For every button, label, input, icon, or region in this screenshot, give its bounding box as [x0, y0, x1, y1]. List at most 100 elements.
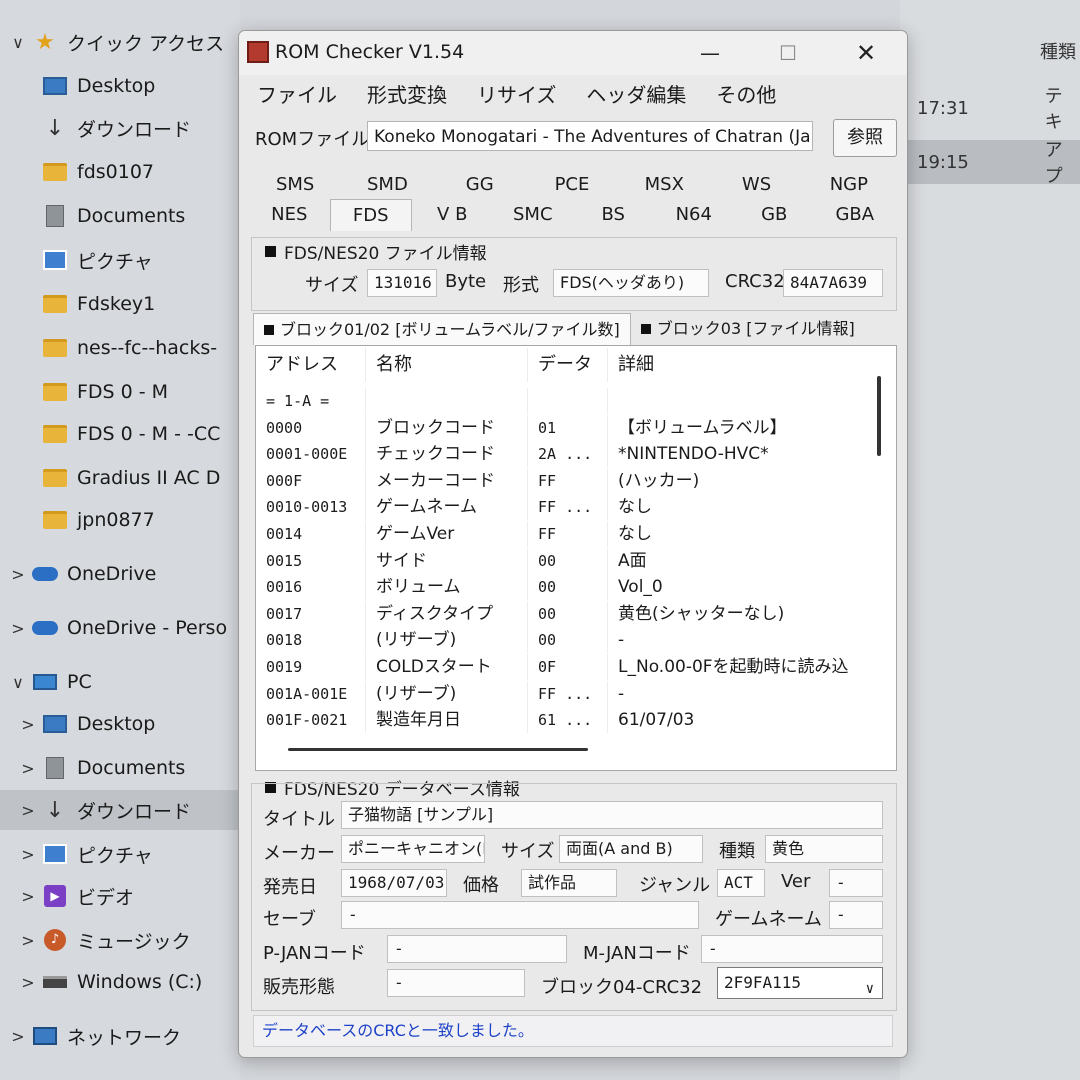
nav-item[interactable]: ↓ ダウンロード	[0, 108, 240, 148]
chevron-right-icon[interactable]: >	[14, 715, 42, 734]
block04-crc-dropdown[interactable]: 2F9FA115 ∨	[717, 967, 883, 999]
chevron-right-icon[interactable]: >	[14, 801, 42, 820]
nav-item[interactable]: > ♪ ミュージック	[0, 920, 240, 960]
table-row[interactable]: 0014 ゲームVer FF なし	[256, 521, 862, 547]
genre-field[interactable]: ACT	[717, 869, 765, 897]
nav-item[interactable]: > ネットワーク	[0, 1016, 240, 1056]
gamename-field[interactable]: -	[829, 901, 883, 929]
tab-gg[interactable]: GG	[434, 169, 526, 201]
nav-item[interactable]: Fdskey1	[0, 284, 240, 324]
size-field[interactable]: 131016	[367, 269, 437, 297]
column-header-detail[interactable]: 詳細	[608, 348, 862, 382]
table-row[interactable]: 0016 ボリューム 00 Vol_0	[256, 574, 862, 601]
chevron-down-icon[interactable]: ∨	[4, 33, 32, 52]
file-row[interactable]: 17:31 テキ	[905, 86, 1080, 133]
table-row[interactable]: 0018 (リザーブ) 00-	[256, 627, 862, 654]
crc32-field[interactable]: 84A7A639	[783, 269, 883, 297]
menu-header-edit[interactable]: ヘッダ編集	[578, 79, 700, 111]
tab-smd[interactable]: SMD	[341, 169, 433, 201]
release-date-field[interactable]: 1968/07/03	[341, 869, 447, 897]
menu-resize[interactable]: リサイズ	[469, 79, 570, 111]
tab-ws[interactable]: WS	[710, 169, 802, 201]
title-bar[interactable]: ROM Checker V1.54 — ☐ ✕	[239, 31, 907, 75]
column-header-name[interactable]: 名称	[366, 348, 528, 382]
menu-other[interactable]: その他	[708, 79, 790, 111]
nav-item[interactable]: Documents	[0, 196, 240, 236]
table-row[interactable]: 0010-0013 ゲームネーム FF ... なし	[256, 494, 862, 521]
chevron-right-icon[interactable]: >	[14, 973, 42, 992]
price-field[interactable]: 試作品	[521, 869, 617, 897]
nav-item[interactable]: > OneDrive - Perso	[0, 608, 240, 648]
column-header-type[interactable]: 種類	[1040, 38, 1076, 64]
nav-item[interactable]: ∨ PC	[0, 662, 240, 702]
chevron-right-icon[interactable]: >	[4, 1027, 32, 1046]
nav-item[interactable]: > ↓ ダウンロード	[0, 790, 240, 830]
horizontal-scrollbar[interactable]	[288, 748, 588, 751]
maker-field[interactable]: ポニーキャニオン(F	[341, 835, 485, 863]
menu-convert[interactable]: 形式変換	[359, 79, 461, 111]
tab-sms[interactable]: SMS	[249, 169, 341, 201]
file-row-selected[interactable]: 19:15 アプ	[905, 140, 1080, 187]
table-row[interactable]: = 1-A =	[256, 388, 862, 414]
nav-item[interactable]: > ピクチャ	[0, 834, 240, 874]
nav-item[interactable]: nes--fc--hacks-	[0, 328, 240, 368]
tab-bs[interactable]: BS	[573, 199, 654, 231]
table-row[interactable]: 0017 ディスクタイプ 00 黄色(シャッターなし)	[256, 600, 862, 627]
chevron-down-icon[interactable]: ∨	[4, 673, 32, 692]
minimize-button[interactable]: —	[687, 37, 733, 69]
tab-smc[interactable]: SMC	[493, 199, 574, 231]
tab-fds[interactable]: FDS	[329, 199, 412, 231]
ver-field[interactable]: -	[829, 869, 883, 897]
nav-item[interactable]: ∨ ★ クイック アクセス	[0, 22, 240, 62]
db-size-field[interactable]: 両面(A and B)	[559, 835, 703, 863]
chevron-right-icon[interactable]: >	[4, 565, 32, 584]
tab-block-03[interactable]: ブロック03 [ファイル情報]	[631, 313, 865, 345]
column-header-data[interactable]: データ	[528, 348, 608, 382]
pjan-field[interactable]: -	[387, 935, 567, 963]
tab-ngp[interactable]: NGP	[803, 169, 895, 201]
tab-nes[interactable]: NES	[249, 199, 330, 231]
tab-n64[interactable]: N64	[654, 199, 735, 231]
table-row[interactable]: 0000 ブロックコード 01 【ボリュームラベル】	[256, 414, 862, 441]
nav-item[interactable]: > Desktop	[0, 704, 240, 744]
chevron-right-icon[interactable]: >	[4, 619, 32, 638]
maximize-button[interactable]: ☐	[765, 37, 811, 69]
chevron-right-icon[interactable]: >	[14, 887, 42, 906]
table-row[interactable]: 0015 サイド 00 A面	[256, 547, 862, 574]
nav-item[interactable]: > Windows (C:)	[0, 962, 240, 1002]
rom-file-input[interactable]: Koneko Monogatari - The Adventures of Ch…	[367, 121, 813, 151]
format-field[interactable]: FDS(ヘッダあり)	[553, 269, 709, 297]
nav-item[interactable]: > ▶ ビデオ	[0, 876, 240, 916]
nav-item[interactable]: Gradius II AC D	[0, 458, 240, 498]
table-row[interactable]: 000F メーカーコード FF (ハッカー)	[256, 467, 862, 494]
table-row[interactable]: 001A-001E (リザーブ) FF ... -	[256, 680, 862, 707]
menu-file[interactable]: ファイル	[249, 79, 351, 111]
tab-pce[interactable]: PCE	[526, 169, 618, 201]
table-row[interactable]: 0019 COLDスタート 0F L_No.00-0Fを起動時に読み込	[256, 654, 862, 680]
nav-item[interactable]: FDS 0 - M - -CC	[0, 414, 240, 454]
nav-item[interactable]: > OneDrive	[0, 554, 240, 594]
block-info-listview[interactable]: アドレス 名称 データ 詳細 = 1-A = 0000 ブロックコード 01 【ボリュー…	[255, 345, 897, 771]
nav-item[interactable]: Desktop	[0, 66, 240, 106]
table-row[interactable]: 001F-0021 製造年月日 61 ... 61/07/03	[256, 707, 862, 734]
save-field[interactable]: -	[341, 901, 699, 929]
nav-item[interactable]: FDS 0 - M	[0, 372, 240, 412]
kind-field[interactable]: 黄色	[765, 835, 883, 863]
nav-item[interactable]: jpn0877	[0, 500, 240, 540]
db-title-field[interactable]: 子猫物語 [サンプル]	[341, 801, 883, 829]
browse-button[interactable]: 参照	[833, 119, 897, 157]
tab-vb[interactable]: V B	[412, 199, 493, 231]
column-header-address[interactable]: アドレス	[256, 348, 366, 382]
chevron-right-icon[interactable]: >	[14, 759, 42, 778]
sales-type-field[interactable]: -	[387, 969, 525, 997]
tab-gba[interactable]: GBA	[815, 199, 896, 231]
table-row[interactable]: 0001-000E チェックコード 2A ... *NINTENDO-HVC*	[256, 441, 862, 468]
tab-gb[interactable]: GB	[734, 199, 815, 231]
mjan-field[interactable]: -	[701, 935, 883, 963]
nav-item[interactable]: > Documents	[0, 748, 240, 788]
vertical-scrollbar[interactable]	[877, 376, 881, 456]
chevron-right-icon[interactable]: >	[14, 931, 42, 950]
nav-item[interactable]: fds0107	[0, 152, 240, 192]
nav-item[interactable]: ピクチャ	[0, 240, 240, 280]
tab-block-01-02[interactable]: ブロック01/02 [ボリュームラベル/ファイル数]	[253, 313, 631, 345]
